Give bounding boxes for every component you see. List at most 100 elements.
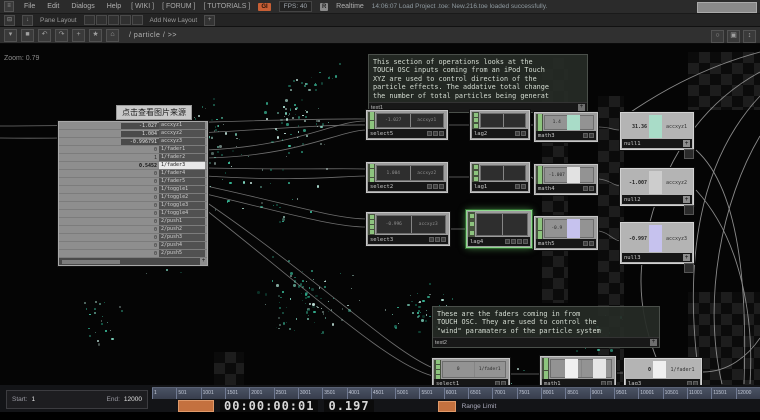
input-connectors[interactable] bbox=[472, 164, 479, 182]
plus-icon[interactable]: + bbox=[683, 196, 690, 203]
chop-table-row[interactable]: 0 1/toggle3 bbox=[59, 202, 207, 210]
input-connectors[interactable] bbox=[368, 164, 375, 182]
chop-table-row[interactable]: 0 1/fader1 bbox=[59, 146, 207, 154]
scrollbar-thumb[interactable] bbox=[62, 259, 120, 264]
ruler-tick: 9501 bbox=[613, 388, 638, 399]
image-source-watermark[interactable]: 点击查看图片来源 bbox=[116, 105, 192, 120]
plus-icon[interactable]: + bbox=[650, 339, 657, 347]
menu-file[interactable]: File bbox=[22, 3, 37, 10]
node-null3[interactable]: -0.997 accxyz3 null3 + bbox=[620, 222, 694, 273]
stop-icon[interactable]: ■ bbox=[21, 28, 34, 42]
node-null2[interactable]: -1.007 accxyz2 null2 + bbox=[620, 168, 694, 215]
node-flags[interactable] bbox=[515, 184, 526, 189]
input-connectors[interactable] bbox=[536, 218, 543, 239]
home-icon[interactable]: ⌂ bbox=[106, 28, 119, 42]
chop-table-row[interactable]: 0 1/fader4 bbox=[59, 170, 207, 178]
range-limit-button[interactable] bbox=[437, 400, 456, 412]
chop-table-row[interactable]: 0 2/push1 bbox=[59, 218, 207, 226]
input-connectors[interactable] bbox=[468, 212, 475, 237]
breadcrumb[interactable]: / particle / >> bbox=[129, 32, 177, 39]
node-lag4[interactable]: lag4 bbox=[466, 210, 532, 248]
input-connectors[interactable] bbox=[536, 114, 543, 132]
comment-node-text2[interactable]: These are the faders coming in from TOUC… bbox=[432, 306, 660, 349]
input-connectors[interactable] bbox=[368, 112, 375, 129]
add-new-layout-label[interactable]: Add New Layout bbox=[150, 17, 198, 24]
chop-table-row[interactable]: -1.027 accxyz1 bbox=[59, 122, 207, 130]
layout-preset-buttons[interactable] bbox=[83, 15, 143, 25]
plus-icon[interactable]: + bbox=[683, 140, 690, 147]
forward-icon[interactable]: ↷ bbox=[55, 28, 68, 42]
node-math4[interactable]: -1.007 math4 bbox=[534, 164, 598, 195]
menubar-right-button[interactable] bbox=[697, 2, 757, 13]
node-select2[interactable]: 1.004 accxyz2 select2 bbox=[366, 162, 448, 193]
chop-table-row[interactable]: 0 2/push4 bbox=[59, 242, 207, 250]
plus-icon[interactable]: + bbox=[578, 104, 585, 112]
realtime-icon[interactable]: R bbox=[320, 2, 329, 11]
link-forum[interactable]: [ FORUM ] bbox=[162, 3, 195, 10]
node-flags[interactable] bbox=[515, 131, 526, 136]
menu-help[interactable]: Help bbox=[105, 3, 123, 10]
chop-table-row[interactable]: 0 2/push3 bbox=[59, 234, 207, 242]
chop-table-row[interactable]: 1 1/fader2 bbox=[59, 154, 207, 162]
touchdesigner-window: ≡ File Edit Dialogs Help [ WIKI ] [ FORU… bbox=[0, 0, 760, 420]
node-flag-box[interactable] bbox=[684, 149, 694, 159]
chop-table-row[interactable]: 0 1/fader5 bbox=[59, 178, 207, 186]
save-layout-icon[interactable]: ↓ bbox=[22, 14, 33, 26]
collapse-icon[interactable]: ⊟ bbox=[4, 14, 15, 26]
node-select3[interactable]: -0.996 accxyz3 select3 bbox=[366, 212, 450, 246]
maximize-icon[interactable]: ▣ bbox=[727, 30, 740, 43]
input-connectors[interactable] bbox=[472, 112, 479, 129]
chop-table-row[interactable]: 0 2/push2 bbox=[59, 226, 207, 234]
node-flag-box[interactable] bbox=[684, 205, 694, 215]
input-connectors[interactable] bbox=[368, 214, 375, 235]
node-flags[interactable] bbox=[505, 239, 528, 244]
ruler-tick: 1 bbox=[152, 388, 176, 399]
menu-dialogs[interactable]: Dialogs bbox=[69, 3, 96, 10]
end-value[interactable]: 12000 bbox=[124, 396, 142, 403]
menu-edit[interactable]: Edit bbox=[45, 3, 61, 10]
pin-icon[interactable]: ○ bbox=[711, 30, 724, 43]
comment-node-text1[interactable]: This section of operations looks at the … bbox=[368, 54, 588, 114]
plus-icon[interactable]: + bbox=[683, 254, 690, 261]
frame-ruler[interactable]: 1 501 1001 1501 2001 2501 3001 3501 4001 4501 5001… bbox=[152, 387, 760, 399]
node-lag1[interactable]: lag1 bbox=[470, 162, 530, 193]
back-icon[interactable]: ↶ bbox=[38, 28, 51, 42]
link-tutorials[interactable]: [ TUTORIALS ] bbox=[204, 3, 251, 10]
node-flags[interactable] bbox=[429, 237, 446, 242]
bookmark-star-icon[interactable]: ★ bbox=[89, 28, 102, 42]
node-flags[interactable] bbox=[427, 131, 444, 136]
link-wiki[interactable]: [ WIKI ] bbox=[131, 3, 154, 10]
chop-table-row[interactable]: 0 1/toggle4 bbox=[59, 210, 207, 218]
node-flags[interactable] bbox=[583, 241, 594, 246]
range-start-end[interactable]: Start: 1 End: 12000 bbox=[6, 390, 148, 409]
chop-table-row[interactable]: 0 1/toggle1 bbox=[59, 186, 207, 194]
chop-table-row[interactable]: 0 1/toggle2 bbox=[59, 194, 207, 202]
node-lag2[interactable]: lag2 bbox=[470, 110, 530, 140]
pane-type-dropdown-icon[interactable]: ▾ bbox=[4, 28, 17, 42]
pane-layout-label[interactable]: Pane Layout bbox=[40, 17, 77, 24]
node-flags[interactable] bbox=[583, 133, 594, 138]
chop-channel-table[interactable]: -1.027 accxyz1 1.004 accxyz2 -0.996791 accxyz… bbox=[58, 121, 208, 266]
chop-table-row[interactable]: -0.996791 accxyz3 bbox=[59, 138, 207, 146]
start-value[interactable]: 1 bbox=[32, 396, 36, 403]
input-connectors[interactable] bbox=[434, 360, 441, 379]
node-math3[interactable]: 1.4 math3 bbox=[534, 112, 598, 142]
window-handle-icon[interactable]: ≡ bbox=[4, 1, 14, 12]
split-pane-icon[interactable]: ↕ bbox=[743, 30, 756, 43]
node-flags[interactable] bbox=[583, 186, 594, 191]
add-layout-plus-icon[interactable]: + bbox=[204, 14, 216, 26]
transport-orange-button[interactable] bbox=[178, 400, 214, 412]
input-connectors[interactable] bbox=[542, 358, 549, 379]
table-scrollbar[interactable]: + bbox=[59, 258, 207, 265]
node-null1[interactable]: 31.36 accxyz1 null1 + bbox=[620, 112, 694, 159]
node-math5[interactable]: -0.9 math5 bbox=[534, 216, 598, 250]
chop-table-row[interactable]: 0 2/push5 bbox=[59, 250, 207, 258]
node-select5[interactable]: -1.027 accxyz1 select5 bbox=[366, 110, 448, 140]
node-flag-box[interactable] bbox=[684, 263, 694, 273]
chop-table-row[interactable]: 1.004 accxyz2 bbox=[59, 130, 207, 138]
add-icon[interactable]: + bbox=[72, 28, 85, 42]
node-flags[interactable] bbox=[427, 184, 444, 189]
input-connectors[interactable] bbox=[536, 166, 543, 184]
table-plus-icon[interactable]: + bbox=[200, 258, 207, 265]
chop-table-row[interactable]: 0.5452 1/fader3 bbox=[59, 162, 207, 170]
